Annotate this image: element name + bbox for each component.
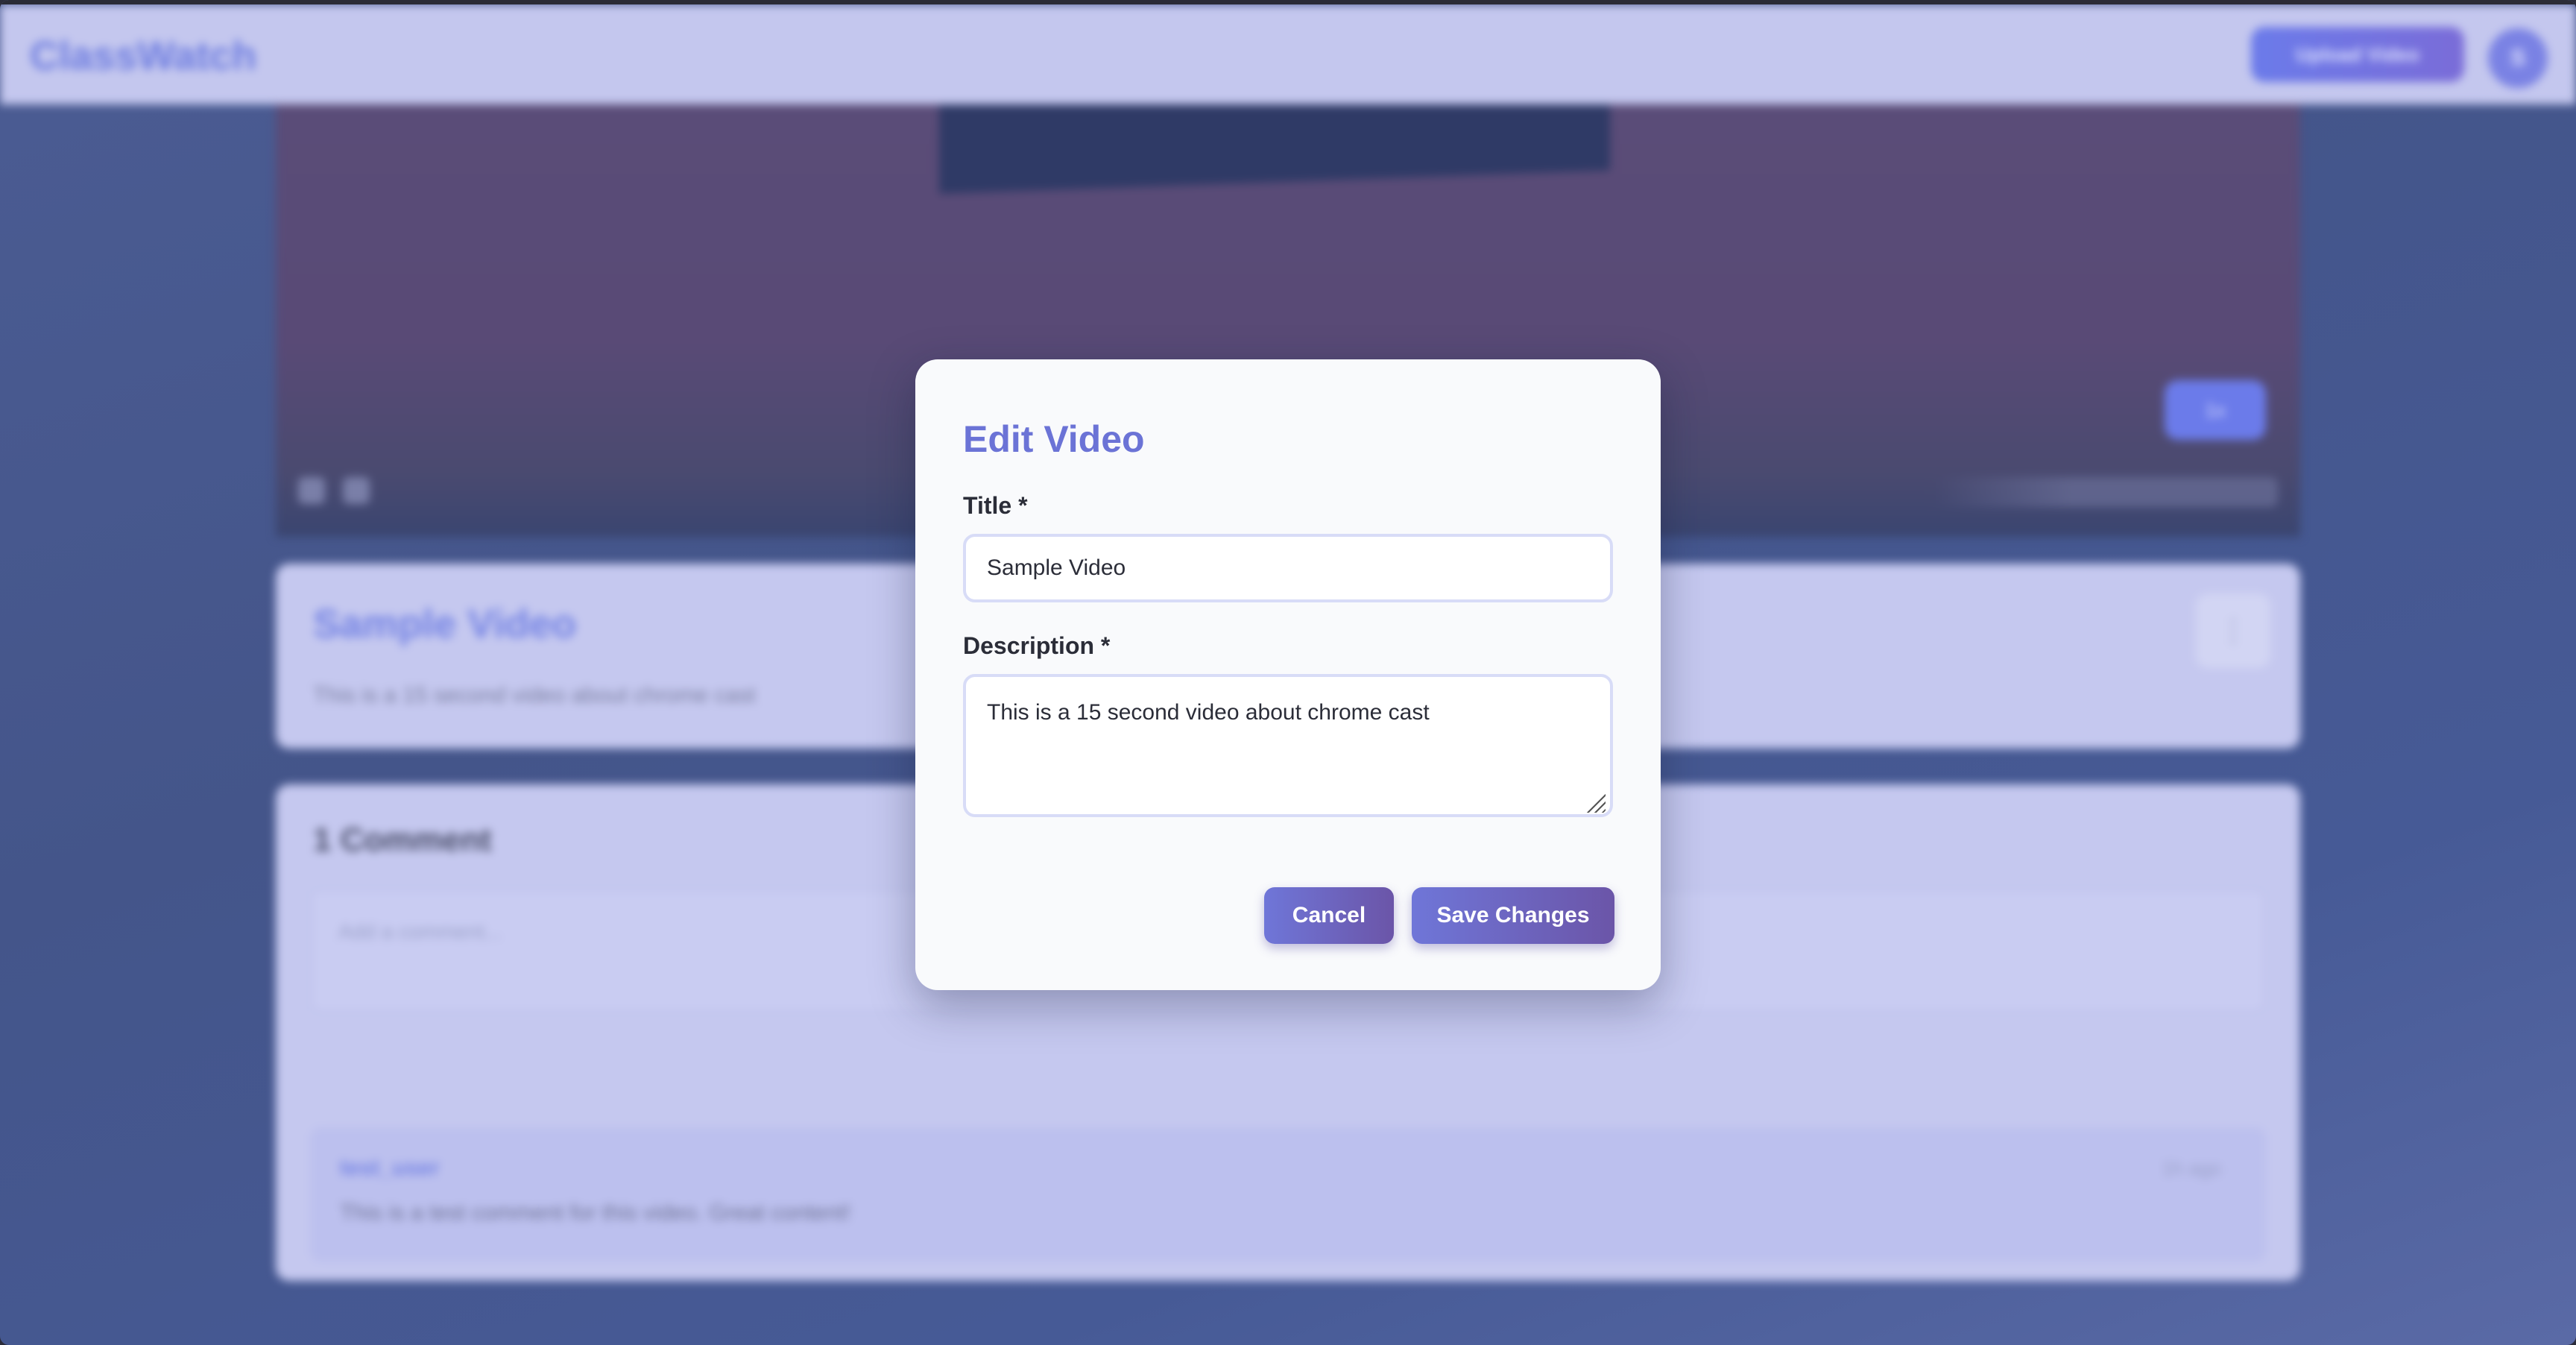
comment-text: This is a test comment for this video. G… [340, 1200, 851, 1225]
video-frame-shape [939, 104, 1610, 194]
comment-time: 1h ago [2162, 1157, 2221, 1179]
description-input[interactable]: This is a 15 second video about chrome c… [963, 674, 1613, 817]
app-logo[interactable]: ClassWatch [30, 33, 256, 79]
comment-author[interactable]: test_user [340, 1156, 439, 1181]
video-title: Sample Video [313, 602, 577, 646]
comments-heading: 1 Comment [313, 822, 492, 858]
more-icon[interactable]: ⋮ [2196, 593, 2270, 668]
save-changes-button[interactable]: Save Changes [1412, 887, 1614, 944]
player-controls-right[interactable] [1935, 477, 2278, 507]
player-controls-left [298, 477, 388, 507]
cancel-button[interactable]: Cancel [1264, 887, 1394, 944]
app-window: ClassWatch Upload Video S 1x Sample Vide… [0, 0, 2576, 1345]
edit-video-modal: Edit Video Title * Description * This is… [915, 359, 1661, 990]
top-navigation-bar: ClassWatch Upload Video S [0, 4, 2576, 104]
play-icon[interactable] [298, 477, 325, 504]
upload-video-button[interactable]: Upload Video [2251, 27, 2464, 82]
description-label: Description * [963, 632, 1111, 659]
title-label: Title * [963, 492, 1028, 519]
comment-item: test_user This is a test comment for thi… [310, 1127, 2266, 1261]
volume-icon[interactable] [343, 477, 370, 504]
modal-title: Edit Video [963, 418, 1145, 460]
title-input[interactable] [963, 534, 1613, 602]
user-avatar[interactable]: S [2488, 28, 2548, 88]
video-description: This is a 15 second video about chrome c… [313, 683, 756, 708]
window-top-edge [0, 0, 2576, 4]
playback-speed-button[interactable]: 1x [2165, 380, 2266, 440]
